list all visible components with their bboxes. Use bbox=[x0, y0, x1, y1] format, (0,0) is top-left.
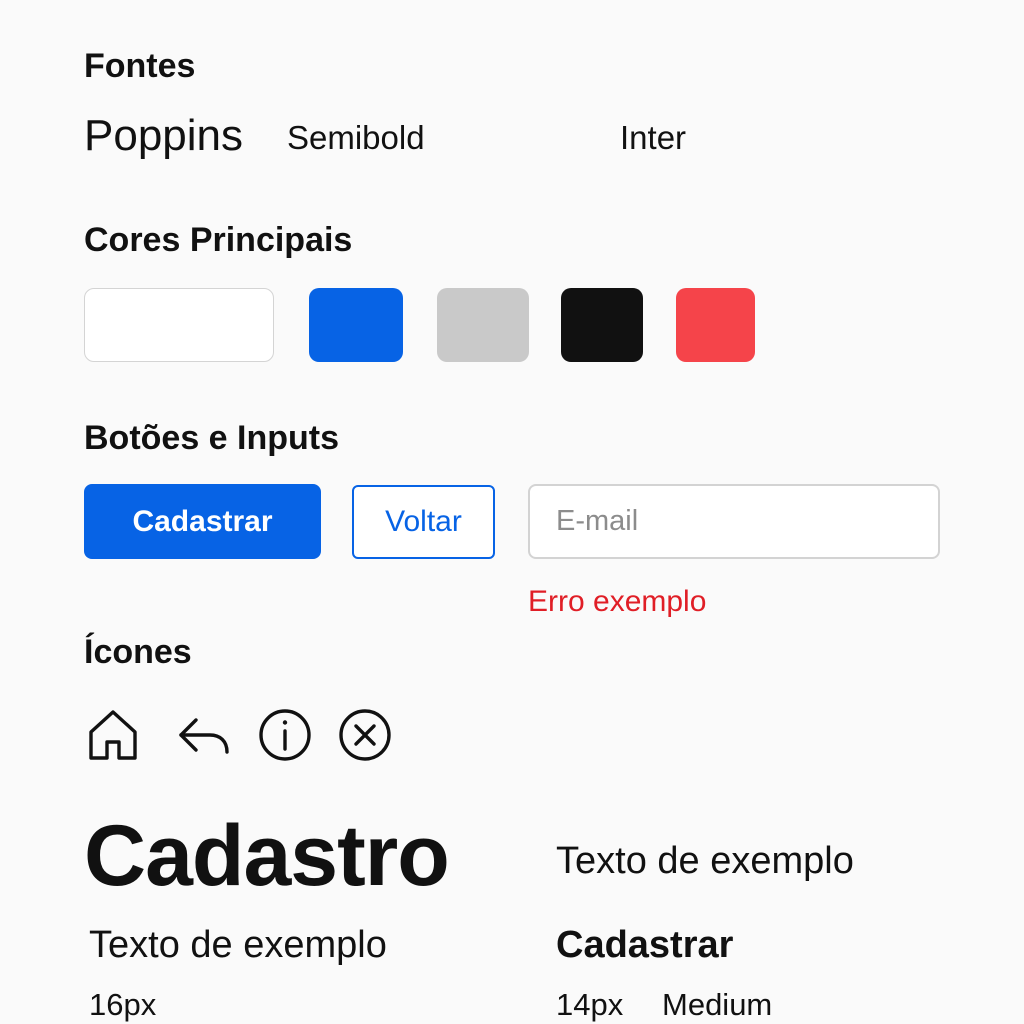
colors-section-title: Cores Principais bbox=[84, 221, 353, 259]
button-weight-label: Medium bbox=[662, 987, 773, 1022]
button-size-label: 14px bbox=[556, 987, 624, 1022]
typography-body-large-sample: Texto de exemplo bbox=[556, 840, 854, 882]
color-swatch-black bbox=[561, 288, 643, 362]
color-swatch-white bbox=[84, 288, 274, 362]
cadastrar-button[interactable]: Cadastrar bbox=[84, 484, 321, 559]
error-message: Erro exemplo bbox=[528, 585, 707, 618]
font-secondary-name: Inter bbox=[620, 119, 687, 156]
body-size-label: 16px bbox=[89, 987, 157, 1022]
color-swatch-red bbox=[676, 288, 755, 362]
icons-section-title: Ícones bbox=[84, 633, 192, 671]
color-swatch-blue bbox=[309, 288, 403, 362]
font-primary-name: Poppins bbox=[84, 111, 244, 160]
color-swatch-gray bbox=[437, 288, 529, 362]
controls-section-title: Botões e Inputs bbox=[84, 419, 340, 457]
typography-body-sample: Texto de exemplo bbox=[89, 924, 387, 966]
home-icon bbox=[86, 708, 140, 762]
font-primary-weight: Semibold bbox=[287, 119, 425, 156]
email-input[interactable] bbox=[528, 484, 940, 559]
info-icon bbox=[258, 708, 312, 762]
typography-heading-sample: Cadastro bbox=[84, 808, 450, 904]
voltar-button[interactable]: Voltar bbox=[352, 485, 495, 559]
close-circle-icon bbox=[338, 708, 392, 762]
typography-button-sample: Cadastrar bbox=[556, 924, 734, 966]
fonts-section-title: Fontes bbox=[84, 47, 196, 85]
back-arrow-icon bbox=[176, 708, 230, 762]
